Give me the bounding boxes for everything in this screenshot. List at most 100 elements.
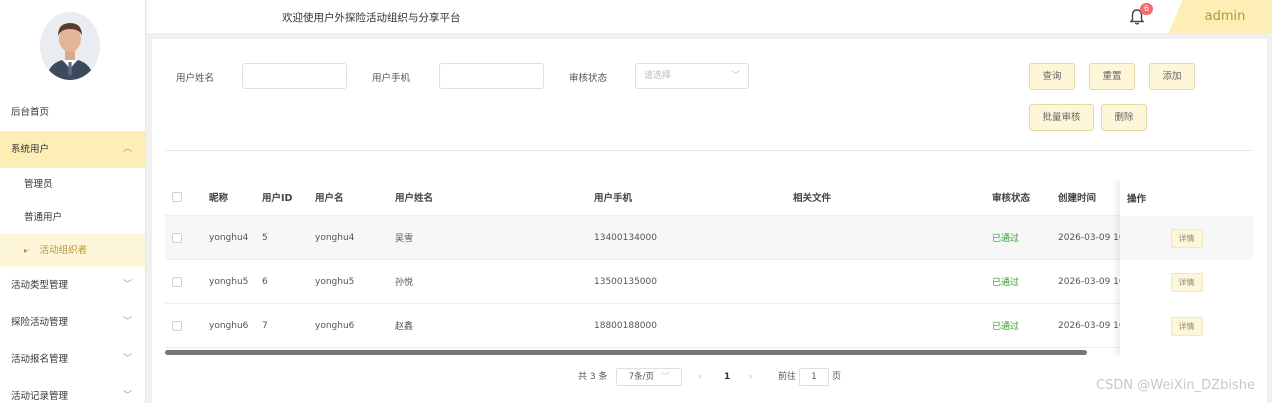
reset-button[interactable]: 重置 [1089, 63, 1135, 90]
sidebar: 后台首页 系统用户 ︿ 管理员 普通用户 ▸· 活动组织者 活动类型管理 ﹀ 探… [0, 0, 146, 403]
status-label: 审核状态 [569, 73, 608, 84]
user-menu[interactable]: admin [1168, 0, 1272, 34]
phone-input[interactable] [439, 63, 544, 89]
app-root: 后台首页 系统用户 ︿ 管理员 普通用户 ▸· 活动组织者 活动类型管理 ﹀ 探… [0, 0, 1272, 403]
next-page-icon[interactable]: › [749, 368, 753, 386]
checkbox-box [172, 320, 182, 331]
col-actions: 操作 [1127, 193, 1147, 205]
sidebar-item-adventures[interactable]: 探险活动管理 ﹀ [0, 304, 145, 341]
checkbox-box [172, 232, 182, 243]
checkbox-box [172, 192, 182, 202]
select-all-checkbox[interactable] [172, 179, 182, 215]
chevron-up-icon: ︿ [122, 144, 132, 154]
sidebar-item-label: 活动报名管理 [11, 354, 69, 365]
cell-username: yonghu4 [315, 232, 355, 243]
table-row[interactable]: yonghu5 6 yonghu5 孙悦 13500135000 已通过 202… [165, 260, 1253, 304]
page-size-value: 7条/页 [628, 372, 655, 382]
row-checkbox[interactable] [172, 260, 182, 303]
cell-real-name: 孙悦 [395, 278, 414, 288]
current-page[interactable]: 1 [724, 368, 730, 386]
action-cell: 详情 [1120, 260, 1253, 304]
chevron-down-icon: ﹀ [660, 372, 670, 382]
main-panel: 用户姓名 用户手机 审核状态 请选择 ﹀ 查询 重置 添加 批量审核 删除 昵称… [152, 39, 1267, 403]
horizontal-scrollbar[interactable] [165, 350, 1087, 355]
sidebar-item-records[interactable]: 活动记录管理 ﹀ [0, 378, 145, 403]
chevron-down-icon: ﹀ [122, 280, 132, 290]
chevron-down-icon: ﹀ [122, 317, 132, 327]
cell-user-id: 6 [262, 276, 268, 287]
row-checkbox[interactable] [172, 216, 182, 259]
watermark: CSDN @WeiXin_DZbishe [1096, 378, 1255, 393]
sidebar-subitem-organizers[interactable]: ▸· 活动组织者 [0, 234, 145, 267]
cell-nickname: yonghu6 [209, 320, 249, 331]
action-cell: 详情 [1120, 216, 1253, 260]
col-files: 相关文件 [793, 193, 832, 204]
cell-real-name: 吴雪 [395, 234, 414, 244]
table-row[interactable]: yonghu4 5 yonghu4 吴雪 13400134000 已通过 202… [165, 216, 1253, 260]
col-user-id: 用户ID [262, 193, 293, 204]
status-select[interactable]: 请选择 ﹀ [635, 63, 749, 89]
active-marker-icon: ▸· [24, 246, 31, 255]
add-button[interactable]: 添加 [1149, 63, 1195, 90]
total-count: 共 3 条 [578, 372, 608, 382]
cell-status: 已通过 [992, 322, 1020, 332]
action-cell: 详情 [1120, 304, 1253, 348]
cell-user-id: 5 [262, 232, 268, 243]
col-username: 用户名 [315, 193, 344, 204]
status-select-placeholder: 请选择 [644, 71, 672, 81]
detail-button[interactable]: 详情 [1170, 272, 1203, 292]
detail-button[interactable]: 详情 [1170, 228, 1203, 248]
sidebar-subitem-regular-users[interactable]: 普通用户 [0, 201, 145, 234]
col-created: 创建时间 [1058, 193, 1097, 204]
delete-button[interactable]: 删除 [1101, 104, 1147, 131]
cell-nickname: yonghu5 [209, 276, 249, 287]
welcome-text: 欢迎使用户外探险活动组织与分享平台 [282, 12, 461, 24]
cell-username: yonghu5 [315, 276, 355, 287]
page-size-select[interactable]: 7条/页 ﹀ [616, 368, 682, 386]
goto-label: 前往 [778, 372, 797, 382]
sidebar-item-home[interactable]: 后台首页 [0, 94, 145, 131]
sidebar-subitem-admins[interactable]: 管理员 [0, 168, 145, 201]
phone-label: 用户手机 [372, 73, 411, 84]
notification-badge: 6 [1140, 3, 1153, 15]
operations-column: 操作 详情 详情 详情 [1120, 179, 1253, 357]
cell-status: 已通过 [992, 278, 1020, 288]
top-header: 欢迎使用户外探险活动组织与分享平台 6 admin [147, 0, 1272, 34]
prev-page-icon[interactable]: ‹ [698, 368, 702, 386]
name-label: 用户姓名 [176, 73, 215, 84]
row-checkbox[interactable] [172, 304, 182, 347]
cell-username: yonghu6 [315, 320, 355, 331]
sidebar-item-label: 后台首页 [11, 107, 50, 118]
cell-user-id: 7 [262, 320, 268, 331]
cell-created: 2026-03-09 16 [1058, 320, 1120, 331]
batch-review-button[interactable]: 批量审核 [1029, 104, 1094, 131]
sidebar-item-system-users[interactable]: 系统用户 ︿ [0, 131, 145, 168]
goto-page-input[interactable]: 1 [799, 368, 829, 386]
page-suffix: 页 [832, 372, 842, 382]
users-table: 昵称 用户ID 用户名 用户姓名 用户手机 相关文件 审核状态 创建时间 yon… [165, 179, 1253, 357]
sidebar-item-label: 探险活动管理 [11, 317, 69, 328]
col-real-name: 用户姓名 [395, 193, 434, 204]
sidebar-subitem-label: 活动组织者 [39, 245, 88, 256]
sidebar-item-label: 活动记录管理 [11, 391, 69, 402]
divider [165, 150, 1253, 151]
detail-button[interactable]: 详情 [1170, 316, 1203, 336]
col-status: 审核状态 [992, 193, 1031, 204]
col-nickname: 昵称 [209, 193, 229, 204]
query-button[interactable]: 查询 [1029, 63, 1075, 90]
sidebar-item-label: 系统用户 [11, 144, 50, 155]
cell-created: 2026-03-09 16 [1058, 232, 1120, 243]
chevron-down-icon: ﹀ [122, 354, 132, 364]
table-row[interactable]: yonghu6 7 yonghu6 赵鑫 18800188000 已通过 202… [165, 304, 1253, 348]
cell-created: 2026-03-09 16 [1058, 276, 1120, 287]
sidebar-item-registrations[interactable]: 活动报名管理 ﹀ [0, 341, 145, 378]
sidebar-menu: 后台首页 系统用户 ︿ 管理员 普通用户 ▸· 活动组织者 活动类型管理 ﹀ 探… [0, 94, 145, 403]
sidebar-subitem-label: 普通用户 [24, 212, 63, 223]
name-input[interactable] [242, 63, 347, 89]
chevron-down-icon: ﹀ [122, 391, 132, 401]
cell-status: 已通过 [992, 234, 1020, 244]
sidebar-item-activity-types[interactable]: 活动类型管理 ﹀ [0, 267, 145, 304]
avatar [40, 12, 100, 80]
cell-real-name: 赵鑫 [395, 322, 414, 332]
checkbox-box [172, 276, 182, 287]
